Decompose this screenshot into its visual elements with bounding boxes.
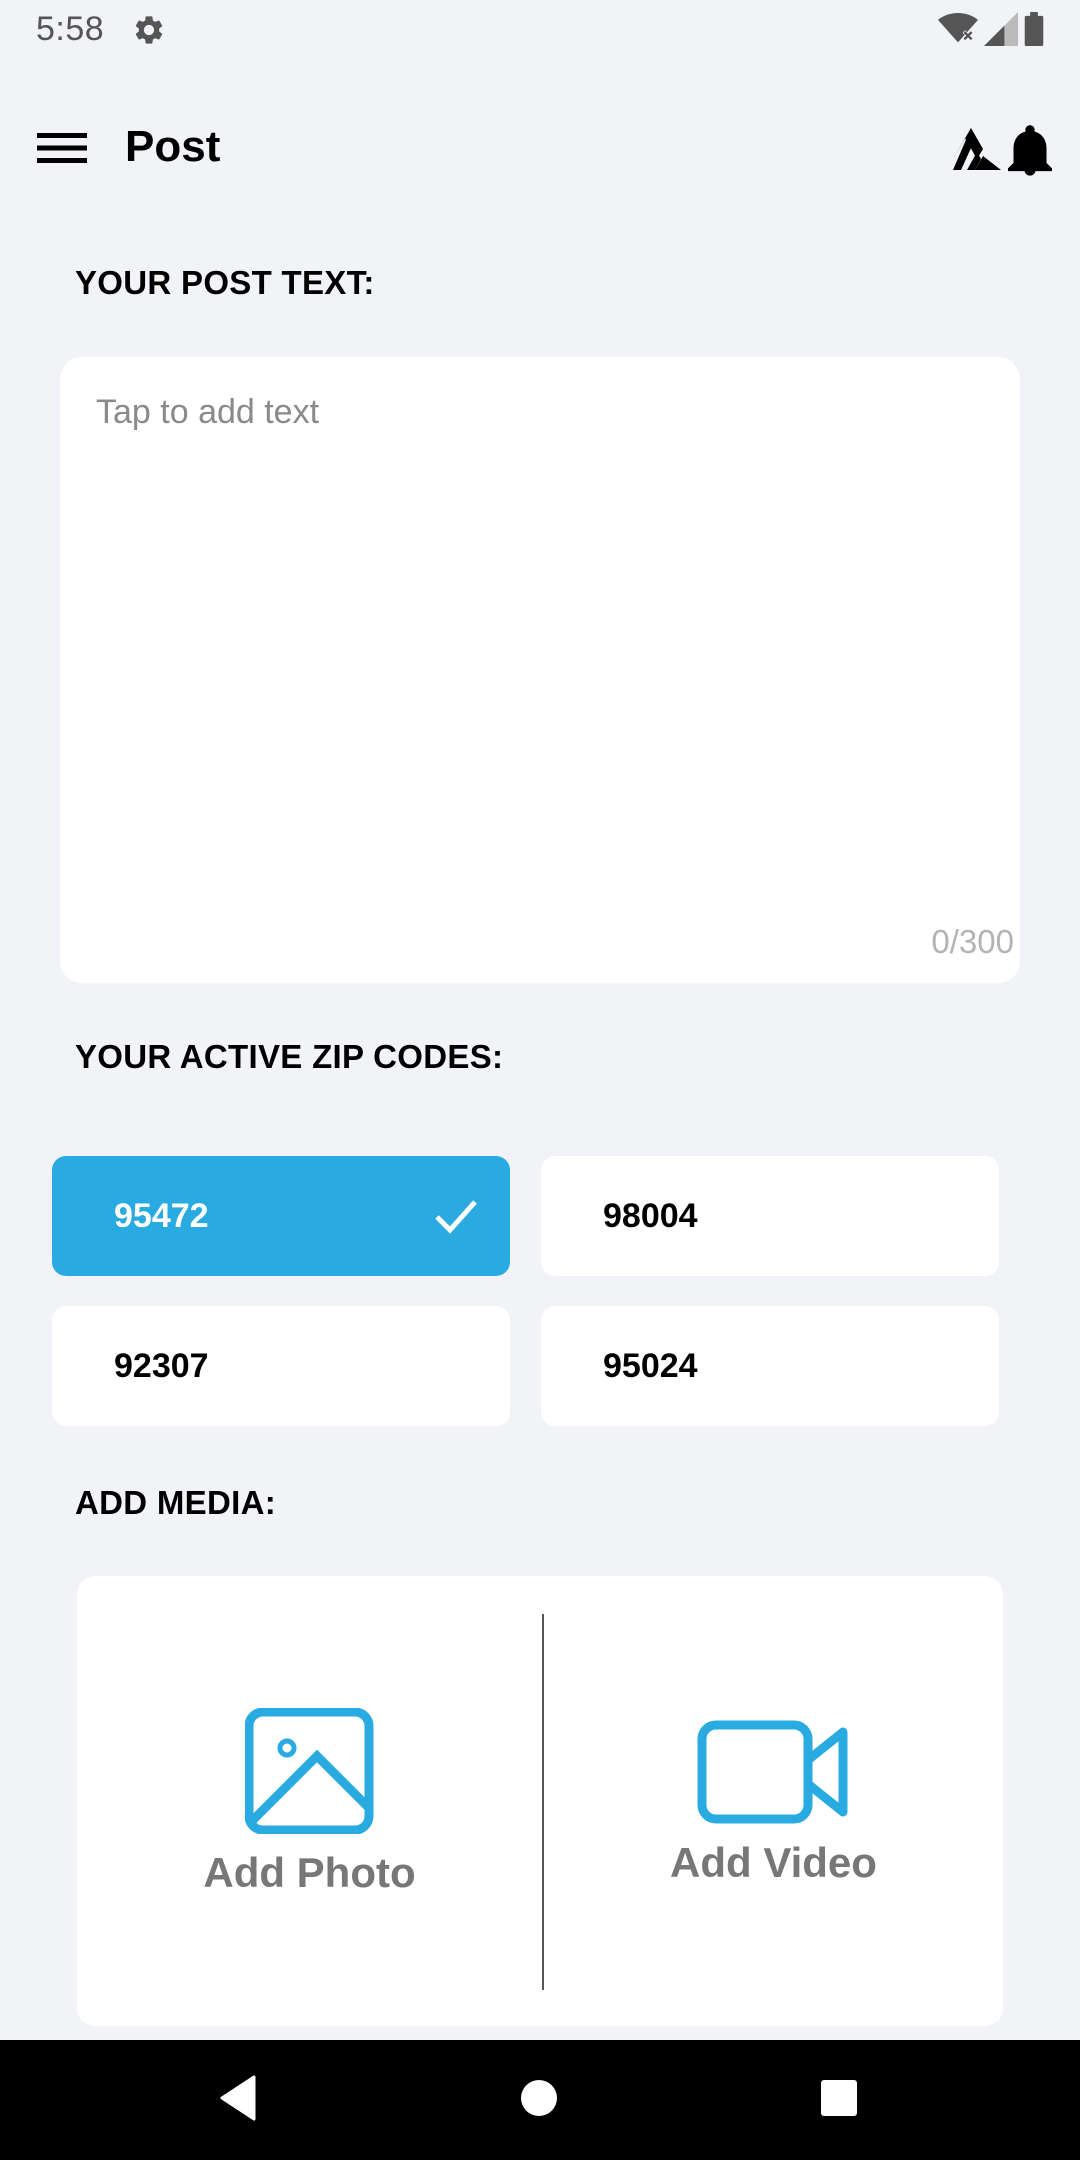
zip-chip-label: 95024 [603,1346,698,1385]
zip-chip[interactable]: 95472 [52,1156,510,1276]
page-title: Post [125,122,221,171]
add-photo-label: Add Photo [203,1849,416,1896]
back-icon [218,2075,258,2126]
zip-chip-label: 98004 [603,1196,698,1235]
add-video-label: Add Video [670,1839,877,1886]
zip-codes-label: YOUR ACTIVE ZIP CODES: [75,1038,504,1075]
media-card: Add Photo Add Video [77,1576,1003,2026]
char-count: 0/300 [931,923,1014,960]
post-screen: 5:58 Post YOUR POST TEXT: Tap to add tex… [0,0,1080,2160]
system-nav-bar [0,2040,1080,2160]
post-text-card: 0/300 [60,357,1020,983]
brand-logo-icon[interactable] [953,128,1001,170]
zip-chip-label: 95472 [114,1196,209,1235]
add-photo-button[interactable]: Add Photo [77,1576,542,2026]
menu-button[interactable] [28,122,96,178]
zip-chip[interactable]: 92307 [52,1306,510,1426]
wifi-icon [938,12,978,51]
recents-icon [819,2078,859,2123]
signal-icon [984,12,1018,51]
zip-chip[interactable]: 98004 [541,1156,999,1276]
video-camera-icon [697,1720,851,1829]
menu-icon [37,131,87,170]
post-text-label: YOUR POST TEXT: [75,264,375,301]
bell-icon[interactable] [1008,124,1052,176]
status-bar: 5:58 [0,0,1080,60]
gear-icon [132,13,166,47]
checkmark-icon [432,1192,480,1240]
zip-chip[interactable]: 95024 [541,1306,999,1426]
home-button[interactable] [503,2064,575,2136]
zip-chip-label: 92307 [114,1346,209,1385]
post-text-input[interactable] [96,393,976,873]
battery-icon [1024,12,1044,51]
recents-button[interactable] [803,2064,875,2136]
status-time: 5:58 [36,10,105,48]
back-button[interactable] [202,2064,274,2136]
add-media-label: ADD MEDIA: [75,1484,276,1521]
add-video-button[interactable]: Add Video [544,1576,1003,2026]
image-icon [244,1707,375,1839]
home-icon [519,2078,559,2123]
status-icons [938,12,1044,51]
app-bar: Post [0,100,1080,200]
